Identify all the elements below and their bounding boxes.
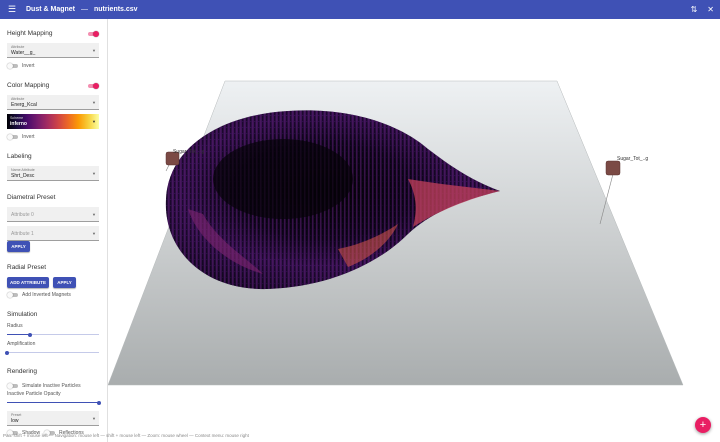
inactive-particles-toggle[interactable] <box>7 383 18 389</box>
title-separator: — <box>81 6 88 13</box>
height-mapping-title: Height Mapping <box>7 30 53 37</box>
magnet-label: Sugar_Tot_..g <box>617 156 648 162</box>
height-invert-label: Invert <box>22 63 35 69</box>
collapse-icon[interactable]: ⇅ <box>691 5 698 14</box>
radius-slider[interactable] <box>7 332 99 337</box>
3d-viewport[interactable]: Sugar_Tot_..g Sugar_Tot_..g <box>108 19 720 442</box>
app-bar: ☰ Dust & Magnet — nutrients.csv ⇅ ✕ <box>0 0 720 19</box>
inactive-particles-label: Simulate Inactive Particles <box>22 383 81 389</box>
close-icon[interactable]: ✕ <box>707 5 714 14</box>
height-attribute-select[interactable]: Attribute Water__g_ ▼ <box>7 43 99 58</box>
simulation-title: Simulation <box>7 311 38 318</box>
radius-label: Radius <box>7 323 23 329</box>
radial-preset-title: Radial Preset <box>7 264 47 271</box>
diametral-apply-button[interactable]: APPLY <box>7 241 30 252</box>
color-mapping-title: Color Mapping <box>7 82 50 89</box>
settings-sidebar: Height Mapping Attribute Water__g_ ▼ Inv… <box>0 19 108 442</box>
opacity-label: Inactive Particle Opacity <box>7 391 61 397</box>
hamburger-icon[interactable]: ☰ <box>6 0 18 19</box>
app-title: Dust & Magnet <box>26 6 75 13</box>
diametral-preset-title: Diametral Preset <box>7 194 56 201</box>
inverted-magnets-label: Add Inverted Magnets <box>22 292 71 298</box>
select-placeholder: Attribute 0 <box>11 212 34 218</box>
name-attribute-select[interactable]: Name Attribute Shrt_Desc ▼ <box>7 166 99 181</box>
select-label: Preset <box>11 413 22 417</box>
inverted-magnets-toggle[interactable] <box>7 292 18 298</box>
chevron-down-icon: ▼ <box>92 416 96 421</box>
scheme-value: inferno <box>10 121 27 127</box>
file-name: nutrients.csv <box>94 6 138 13</box>
color-invert-toggle[interactable] <box>7 134 18 140</box>
rendering-title: Rendering <box>7 368 37 375</box>
labeling-title: Labeling <box>7 153 32 160</box>
render-preset-select[interactable]: Preset low ▼ <box>7 411 99 426</box>
amplification-slider[interactable] <box>5 350 99 355</box>
select-label: Name Attribute <box>11 168 35 172</box>
diametral-attribute1-select[interactable]: Attribute 1 ▼ <box>7 226 99 241</box>
select-label: Attribute <box>11 45 25 49</box>
chevron-down-icon: ▼ <box>92 48 96 53</box>
magnet-label: Sugar_Tot_..g <box>173 149 204 155</box>
slider-thumb[interactable] <box>97 400 101 405</box>
select-value: Shrt_Desc <box>11 173 35 179</box>
select-placeholder: Attribute 1 <box>11 231 34 237</box>
chevron-down-icon: ▼ <box>92 100 96 105</box>
opacity-slider[interactable] <box>7 400 101 405</box>
diametral-attribute0-select[interactable]: Attribute 0 ▼ <box>7 207 99 222</box>
status-hint: Pan: shift + mouse left — Navigation: mo… <box>3 433 249 438</box>
select-value: Water__g_ <box>11 50 36 56</box>
add-attribute-button[interactable]: ADD ATTRIBUTE <box>7 277 49 288</box>
dust-core <box>213 139 353 219</box>
slider-thumb[interactable] <box>5 350 9 355</box>
magnet-cube[interactable] <box>605 160 621 176</box>
color-attribute-select[interactable]: Attribute Energ_Kcal ▼ <box>7 95 99 110</box>
amplification-label: Amplification <box>7 341 36 347</box>
chevron-down-icon: ▼ <box>92 171 96 176</box>
add-magnet-button[interactable]: + <box>695 417 711 433</box>
chevron-down-icon: ▼ <box>92 231 96 236</box>
scene-canvas[interactable]: Sugar_Tot_..g Sugar_Tot_..g <box>108 19 720 442</box>
chevron-down-icon: ▼ <box>92 119 96 124</box>
slider-fill <box>7 402 99 403</box>
height-invert-toggle[interactable] <box>7 63 18 69</box>
scheme-label: Scheme <box>10 116 24 120</box>
color-mapping-toggle[interactable] <box>88 83 99 89</box>
slider-fill <box>7 334 30 335</box>
select-value: Energ_Kcal <box>11 102 37 108</box>
radial-apply-button[interactable]: APPLY <box>53 277 76 288</box>
select-label: Attribute <box>11 97 25 101</box>
slider-thumb[interactable] <box>28 332 32 337</box>
color-scheme-select[interactable]: Scheme inferno ▼ <box>7 114 99 129</box>
select-value: low <box>11 418 19 424</box>
height-mapping-toggle[interactable] <box>88 31 99 37</box>
appbar-actions: ⇅ ✕ <box>691 0 714 19</box>
chevron-down-icon: ▼ <box>92 212 96 217</box>
color-invert-label: Invert <box>22 134 35 140</box>
